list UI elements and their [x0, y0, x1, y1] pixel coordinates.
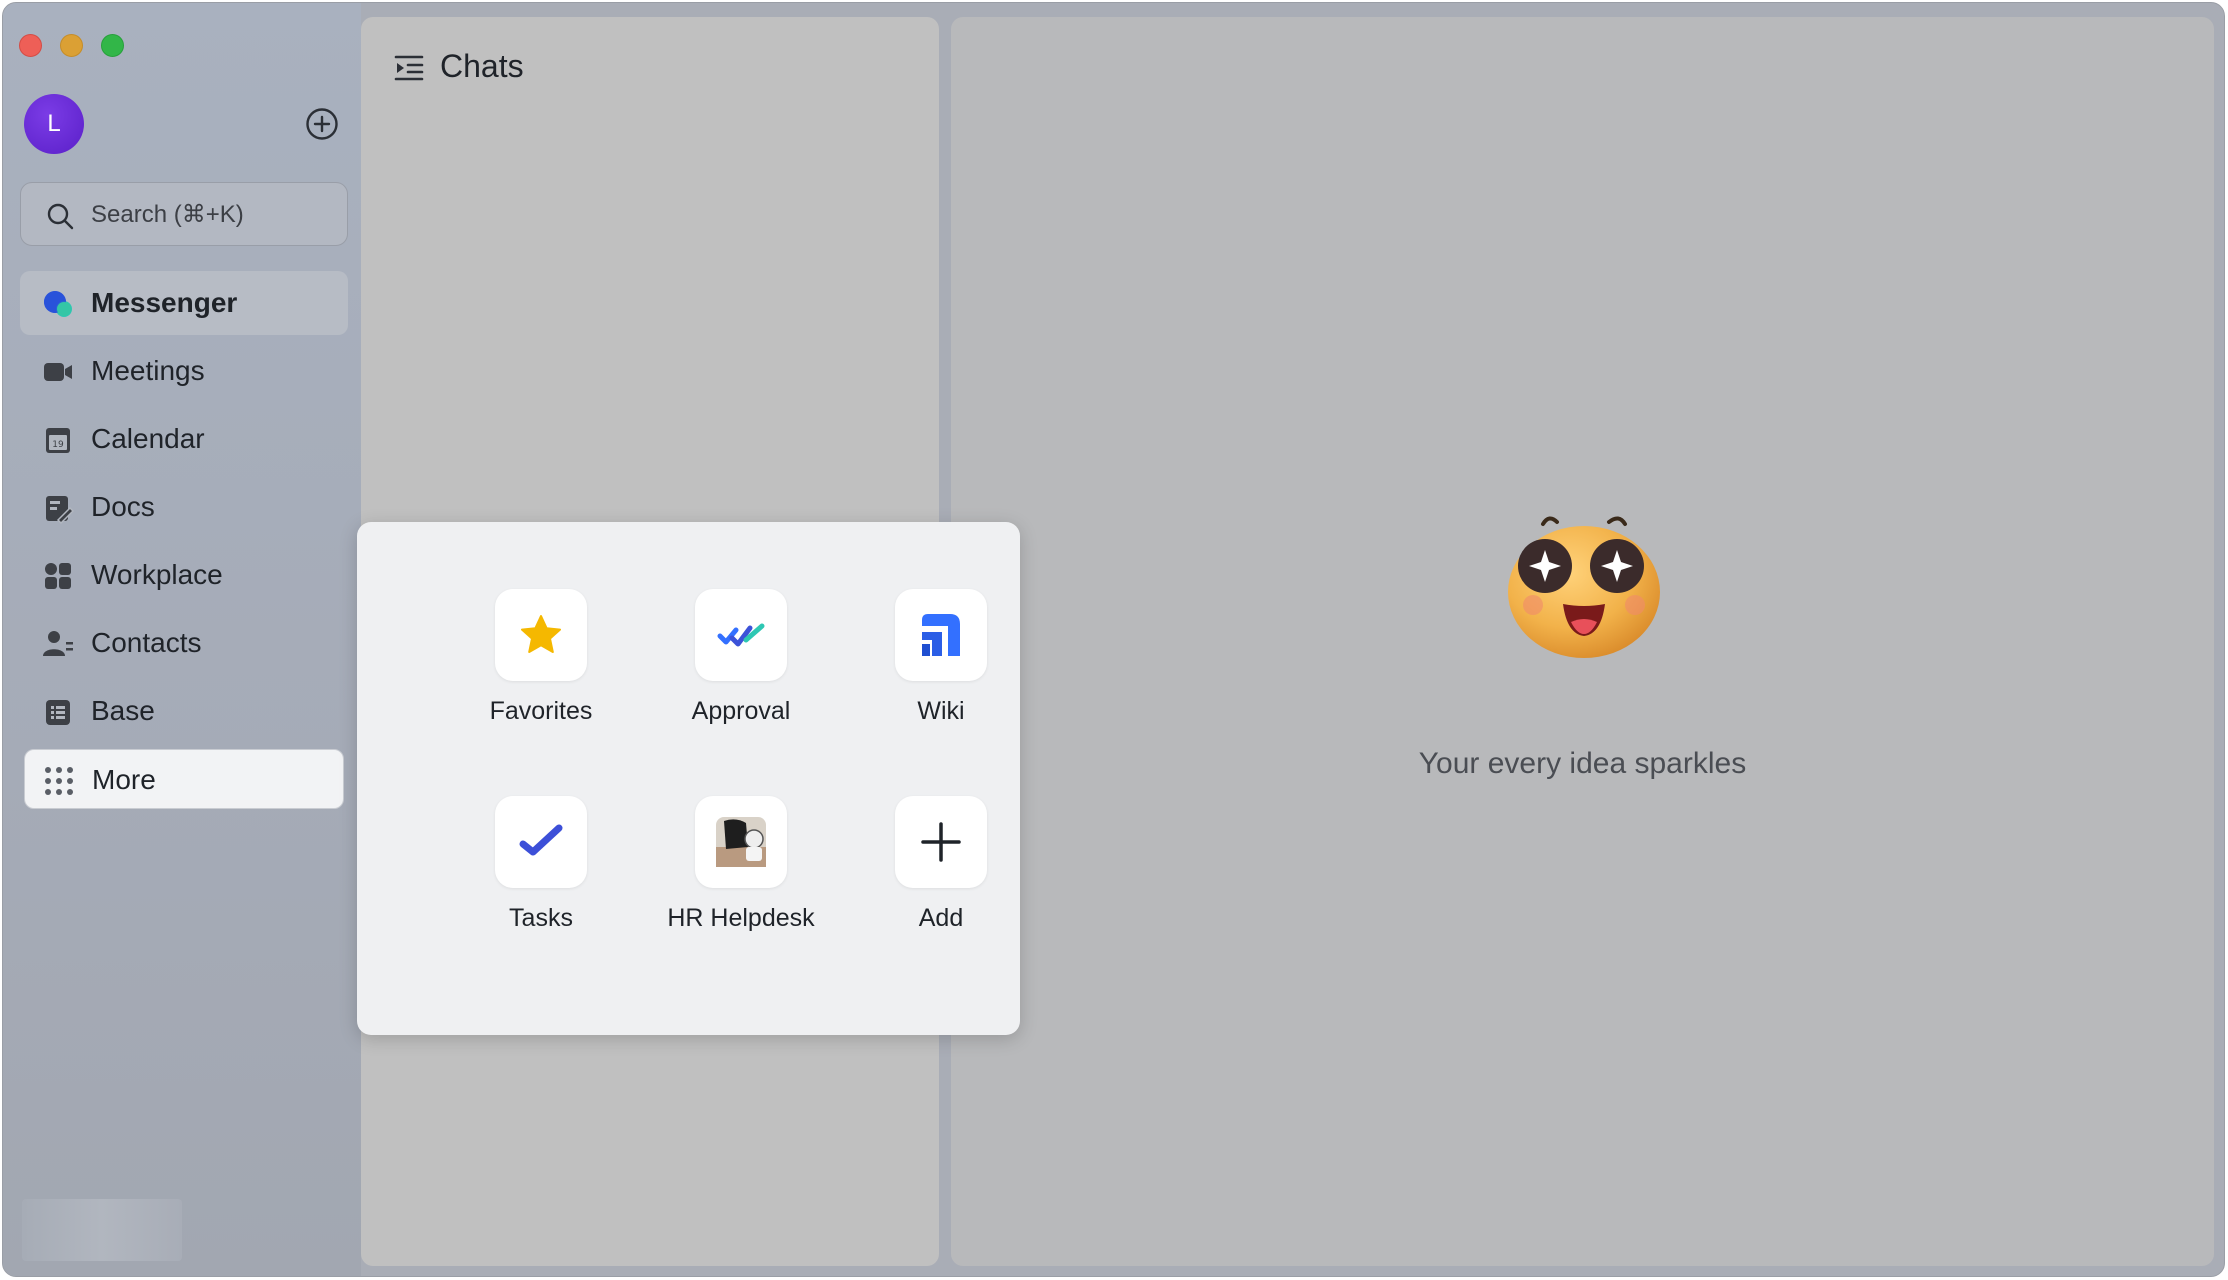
sidebar-item-label: Meetings: [91, 355, 205, 386]
sidebar-item-label: Docs: [91, 491, 155, 522]
app-label: Favorites: [489, 697, 593, 725]
search-placeholder: Search (⌘+K): [91, 201, 244, 228]
sidebar-item-label: Messenger: [91, 287, 238, 318]
collapse-list-icon[interactable]: [394, 53, 424, 83]
app-approval[interactable]: Approval: [641, 589, 841, 749]
sparkle-eyes-emoji-icon: [1508, 516, 1660, 658]
sidebar-item-contacts[interactable]: Contacts: [20, 611, 348, 675]
sidebar-bottom-placeholder: [22, 1199, 182, 1261]
sidebar: L Search (⌘+K) Messenger Meetings 19 Cal…: [3, 3, 361, 1276]
search-input[interactable]: Search (⌘+K): [20, 182, 348, 246]
app-label: Add: [918, 904, 964, 932]
search-icon: [47, 203, 74, 230]
base-icon: [46, 700, 70, 725]
more-apps-popup: Favorites Approval Wiki Tasks HR Helpdes…: [357, 522, 1020, 1035]
app-hr-helpdesk[interactable]: HR Helpdesk: [641, 796, 841, 956]
star-icon: [521, 615, 561, 653]
empty-state-tagline: Your every idea sparkles: [1418, 747, 1747, 780]
docs-icon: [46, 496, 74, 524]
app-wiki[interactable]: Wiki: [841, 589, 1041, 749]
minimize-window-button[interactable]: [60, 34, 83, 57]
wiki-icon: [922, 614, 960, 656]
messenger-icon: [44, 291, 72, 317]
more-grid-icon: [45, 767, 73, 795]
app-label: Wiki: [917, 697, 965, 725]
tasks-check-icon: [519, 824, 563, 856]
video-camera-icon: [44, 363, 72, 381]
app-label: Tasks: [509, 904, 573, 932]
sidebar-item-meetings[interactable]: Meetings: [20, 339, 348, 403]
app-tasks[interactable]: Tasks: [441, 796, 641, 956]
workplace-icon: [45, 563, 71, 589]
sidebar-item-messenger[interactable]: Messenger: [20, 271, 348, 335]
sidebar-item-label: Workplace: [91, 559, 223, 590]
sidebar-item-workplace[interactable]: Workplace: [20, 543, 348, 607]
app-add[interactable]: Add: [841, 796, 1041, 956]
app-tile[interactable]: [695, 589, 787, 681]
app-favorites[interactable]: Favorites: [441, 589, 641, 749]
plus-icon: [921, 822, 961, 862]
sidebar-item-calendar[interactable]: 19 Calendar: [20, 407, 348, 471]
app-tile[interactable]: [495, 796, 587, 888]
zoom-window-button[interactable]: [101, 34, 124, 57]
main-content: Your every idea sparkles: [951, 17, 2214, 1266]
app-label: HR Helpdesk: [667, 904, 815, 932]
app-label: Approval: [691, 697, 791, 725]
app-tile[interactable]: [695, 796, 787, 888]
add-circle-icon[interactable]: [305, 107, 339, 141]
avatar[interactable]: L: [24, 94, 84, 154]
app-tile[interactable]: [895, 589, 987, 681]
sidebar-item-more[interactable]: More: [24, 749, 344, 809]
avatar-initial: L: [47, 110, 61, 137]
sidebar-item-docs[interactable]: Docs: [20, 475, 348, 539]
calendar-icon: 19: [46, 428, 70, 453]
app-tile[interactable]: [895, 796, 987, 888]
approval-icon: [717, 623, 765, 647]
sidebar-item-label: Calendar: [91, 423, 205, 454]
sidebar-item-label: Contacts: [91, 627, 202, 658]
sidebar-item-base[interactable]: Base: [20, 679, 348, 743]
app-window: L Search (⌘+K) Messenger Meetings 19 Cal…: [2, 2, 2225, 1277]
sidebar-item-label: More: [92, 764, 156, 795]
sidebar-item-label: Base: [91, 695, 155, 726]
contacts-icon: [43, 631, 73, 656]
app-tile[interactable]: [495, 589, 587, 681]
chats-title: Chats: [440, 48, 524, 84]
close-window-button[interactable]: [19, 34, 42, 57]
svg-text:19: 19: [52, 440, 64, 450]
hr-helpdesk-icon: [716, 817, 766, 867]
